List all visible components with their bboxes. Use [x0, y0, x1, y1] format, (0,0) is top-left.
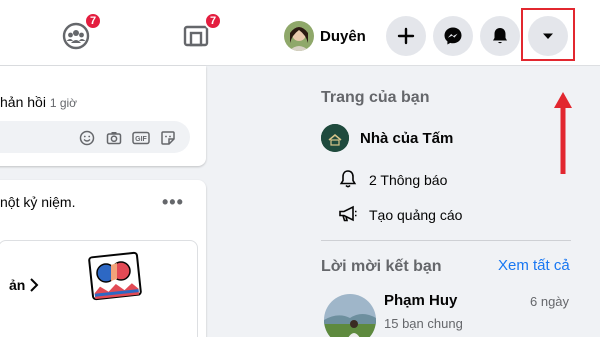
friend-name[interactable]: Phạm Huy [384, 292, 457, 309]
chevron-right-icon [30, 278, 39, 292]
top-navigation-bar: 7 7 Duyên [0, 0, 600, 66]
more-options-icon[interactable]: ••• [162, 193, 184, 211]
notifications-button[interactable] [480, 16, 520, 56]
page-name-link[interactable]: Nhà của Tấm [360, 130, 453, 147]
gif-button[interactable]: GIF [131, 128, 151, 148]
reply-time: 1 giờ [49, 96, 78, 110]
post-comment-card: hản hồi 1 giờ GIF [0, 66, 206, 166]
plus-icon [397, 27, 415, 45]
annotation-arrow [554, 92, 572, 174]
notifications-row-icon [337, 168, 359, 190]
see-all-link[interactable]: Xem tất cả [498, 257, 570, 274]
bell-icon [493, 28, 507, 44]
memory-preview[interactable]: ản [0, 240, 198, 337]
camera-icon [106, 132, 122, 145]
friend-mutual-count: 15 bạn chung [384, 316, 463, 331]
messenger-button[interactable] [433, 16, 473, 56]
groups-nav-button[interactable]: 7 [56, 12, 102, 56]
friend-avatar[interactable] [324, 294, 376, 337]
pages-section-title: Trang của bạn [321, 89, 430, 106]
gaming-nav-button[interactable]: 7 [176, 12, 222, 56]
create-button[interactable] [386, 16, 426, 56]
emoji-icon [79, 130, 95, 146]
friend-requests-title: Lời mời kết bạn [321, 258, 442, 275]
bell-outline-icon [339, 170, 357, 188]
emoji-button[interactable] [77, 128, 97, 148]
notifications-link[interactable]: 2 Thông báo [369, 172, 447, 188]
sticker-icon [161, 131, 175, 145]
memory-text: nột kỷ niệm. [0, 194, 76, 210]
memory-illustration [87, 251, 143, 301]
create-ad-row-icon [337, 203, 359, 225]
reply-label[interactable]: hản hồi [0, 94, 46, 110]
avatar [284, 21, 314, 51]
create-ad-link[interactable]: Tạo quảng cáo [369, 207, 462, 223]
memory-link[interactable]: ản [9, 277, 39, 293]
profile-name: Duyên [320, 27, 366, 45]
profile-chip[interactable]: Duyên [284, 18, 374, 54]
gaming-badge: 7 [204, 12, 222, 30]
gif-icon: GIF [132, 131, 150, 145]
memory-card: nột kỷ niệm. ••• ản [0, 180, 206, 337]
reply-row: hản hồi 1 giờ [0, 94, 77, 110]
sidebar-divider [321, 240, 571, 241]
page-avatar[interactable] [321, 124, 349, 152]
annotation-highlight-box [521, 8, 575, 61]
svg-text:GIF: GIF [135, 136, 147, 143]
megaphone-icon [339, 205, 357, 222]
friend-request-time: 6 ngày [530, 294, 570, 309]
photo-button[interactable] [104, 128, 124, 148]
messenger-icon [444, 27, 462, 45]
sticker-button[interactable] [158, 128, 178, 148]
groups-badge: 7 [84, 12, 102, 30]
